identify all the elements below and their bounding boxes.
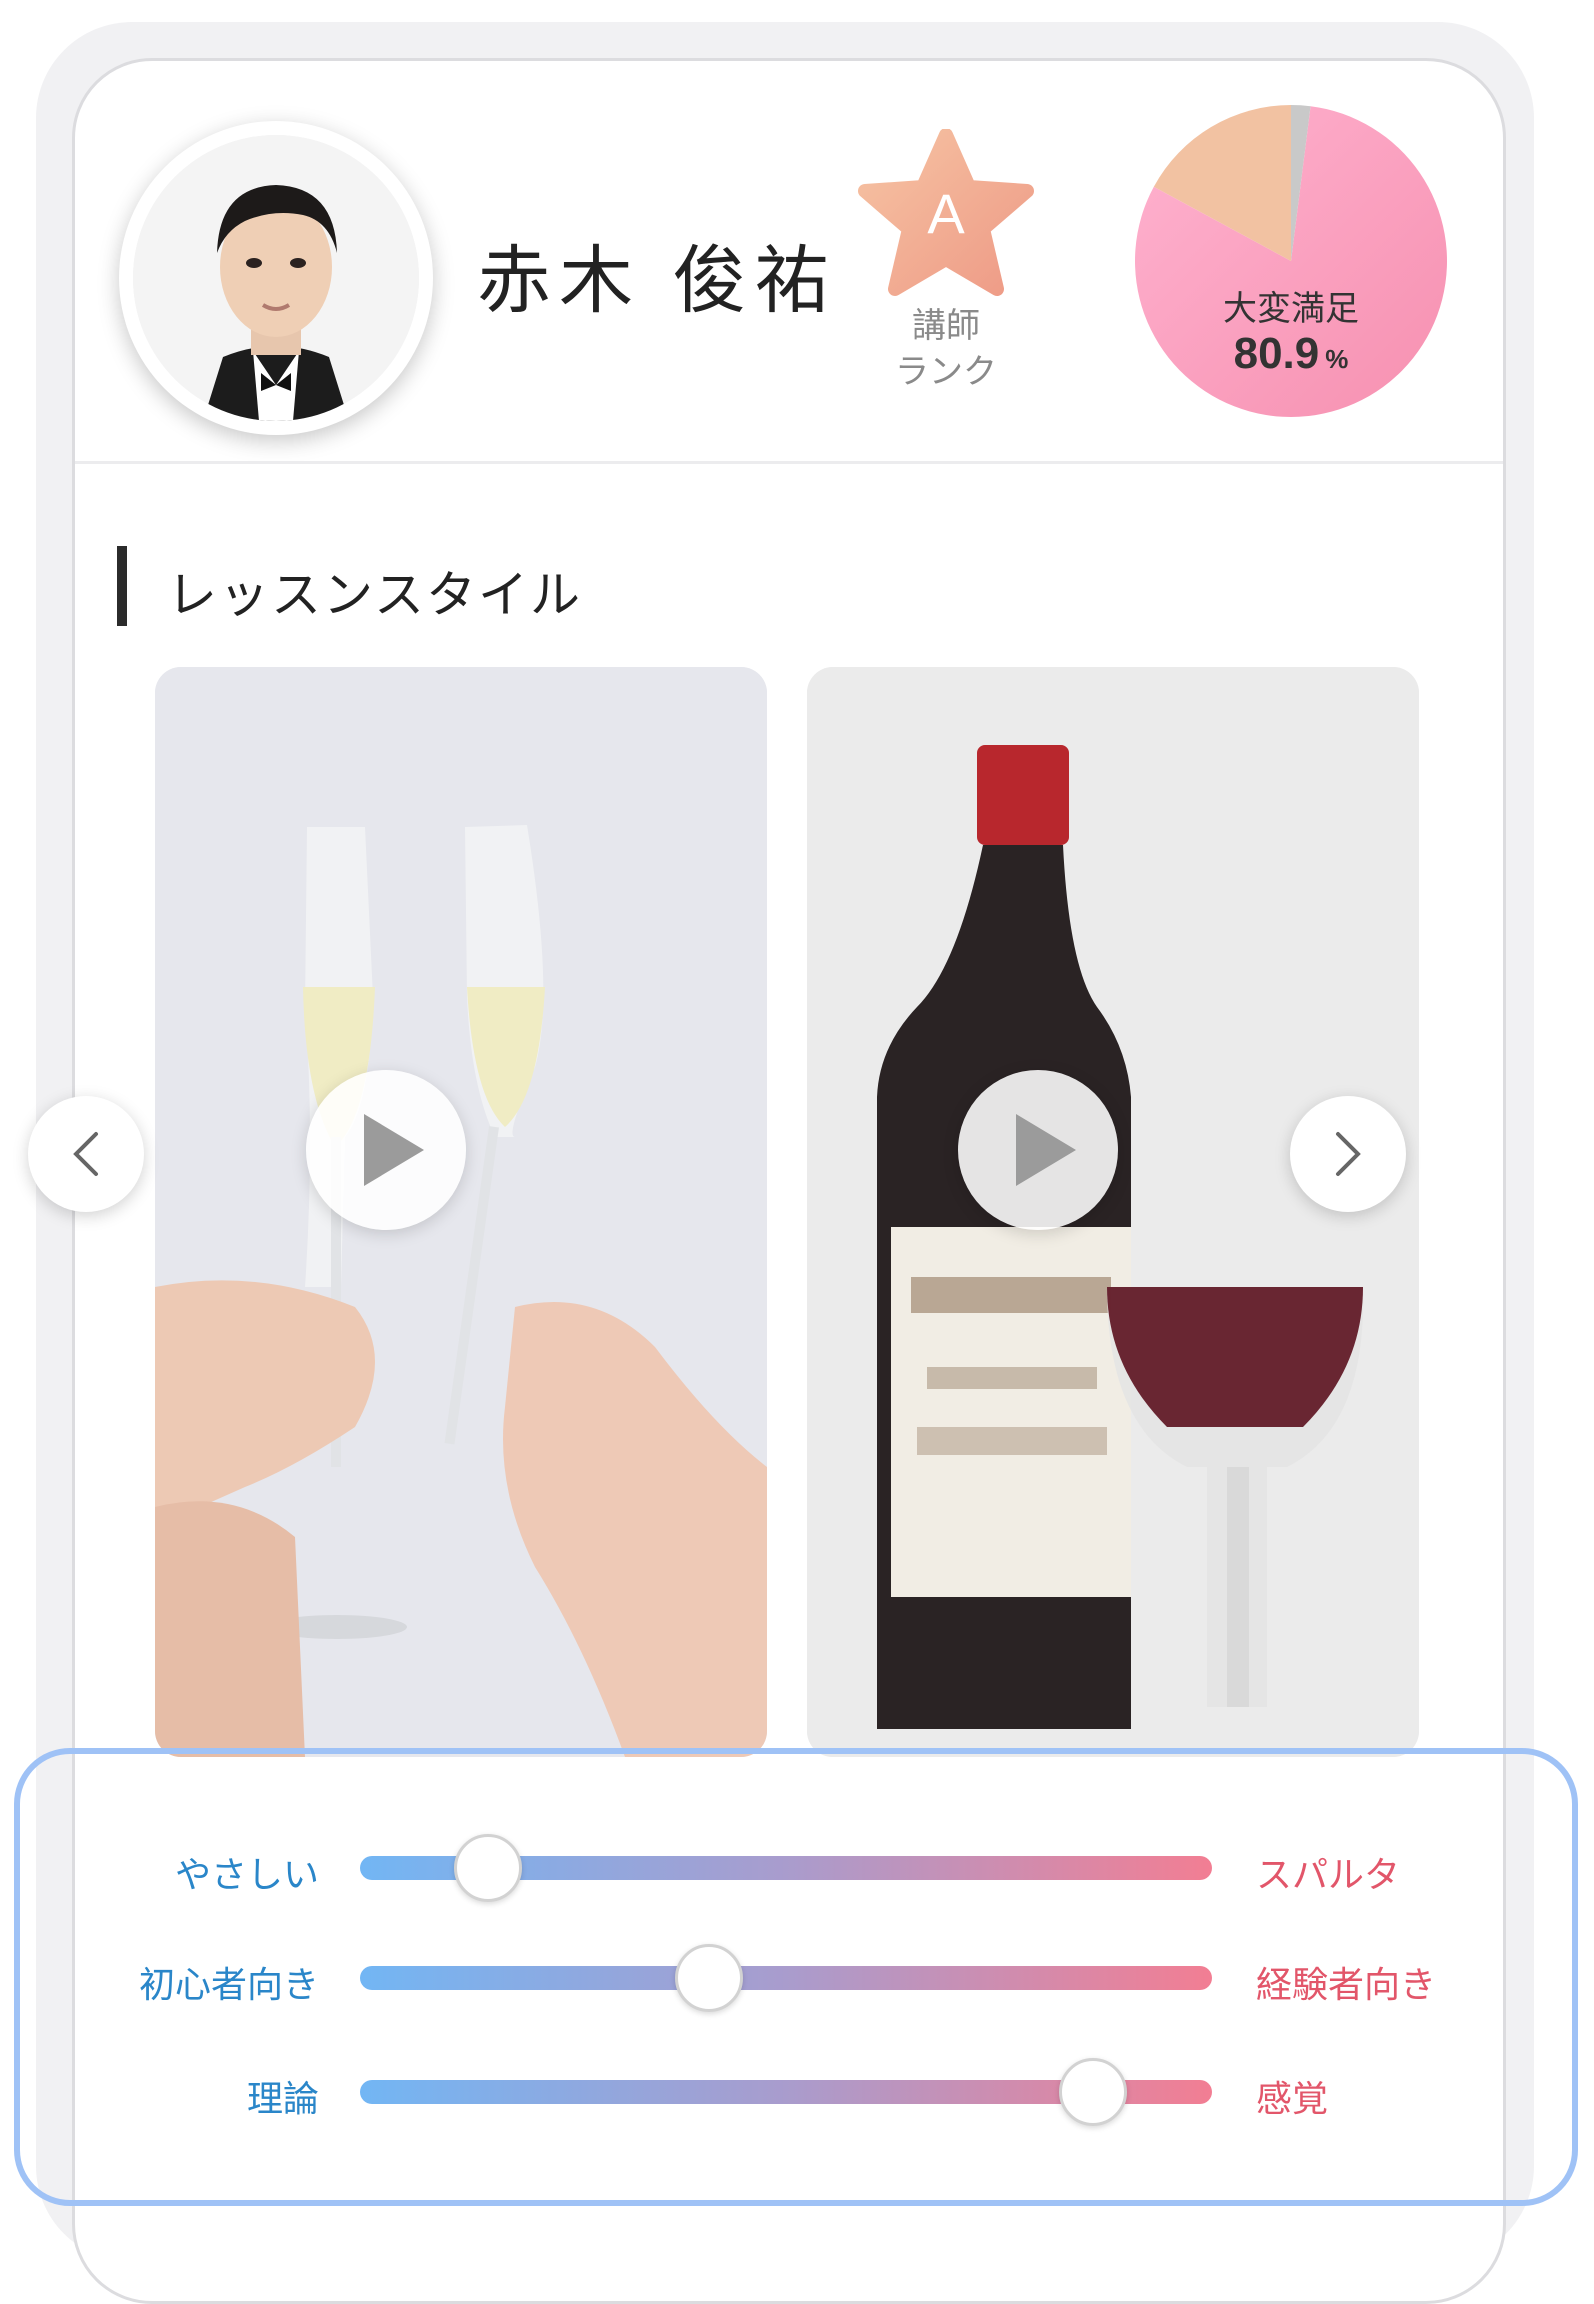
avatar	[119, 121, 433, 435]
rank-label: 講師 ランク	[855, 303, 1037, 395]
teacher-photo	[133, 135, 419, 421]
slider-track	[360, 1966, 1212, 1990]
slider-thumb	[453, 1834, 522, 1902]
style-slider-beginner-experienced: 初心者向き 経験者向き	[0, 1936, 1594, 2016]
section-accent-bar	[117, 546, 127, 626]
header-divider	[75, 461, 1503, 464]
style-slider-gentle-strict: やさしい スパルタ	[0, 1826, 1594, 1906]
slider-left-label: 初心者向き	[138, 1965, 319, 2006]
chevron-left-icon	[73, 1132, 98, 1176]
video-card-red-wine[interactable]	[807, 667, 1419, 1757]
satisfaction-unit: %	[1325, 344, 1349, 374]
slider-right-label: 経験者向き	[1256, 1965, 1437, 2006]
section-title: レッスンスタイル	[167, 566, 582, 624]
play-button-video-2[interactable]	[958, 1070, 1118, 1230]
teacher-name: 赤木 俊祐	[477, 238, 837, 324]
play-button-video-1[interactable]	[306, 1070, 466, 1230]
slider-thumb	[1058, 2058, 1127, 2126]
slider-left-label: 理論	[246, 2079, 319, 2120]
red-wine-thumbnail	[807, 667, 1419, 1757]
slider-right-label: 感覚	[1256, 2079, 1329, 2120]
champagne-thumbnail	[155, 667, 767, 1757]
rank-label-line2: ランク	[895, 352, 997, 392]
video-card-champagne[interactable]	[155, 667, 767, 1757]
rank-letter: A	[927, 182, 965, 245]
rank-label-line1: 講師	[912, 306, 980, 346]
satisfaction-label: 大変満足	[1223, 289, 1359, 329]
play-icon	[1016, 1114, 1076, 1186]
satisfaction-value: 80.9%	[1131, 329, 1451, 379]
style-slider-theory-intuition: 理論 感覚	[0, 2050, 1594, 2130]
slider-right-label: スパルタ	[1256, 1855, 1401, 1896]
play-icon	[364, 1114, 424, 1186]
carousel-next-button[interactable]	[1290, 1096, 1406, 1212]
satisfaction-number: 80.9	[1233, 329, 1320, 378]
slider-left-label: やさしい	[174, 1855, 319, 1896]
carousel-prev-button[interactable]	[28, 1096, 144, 1212]
slider-thumb	[675, 1944, 744, 2012]
chevron-right-icon	[1336, 1132, 1361, 1176]
